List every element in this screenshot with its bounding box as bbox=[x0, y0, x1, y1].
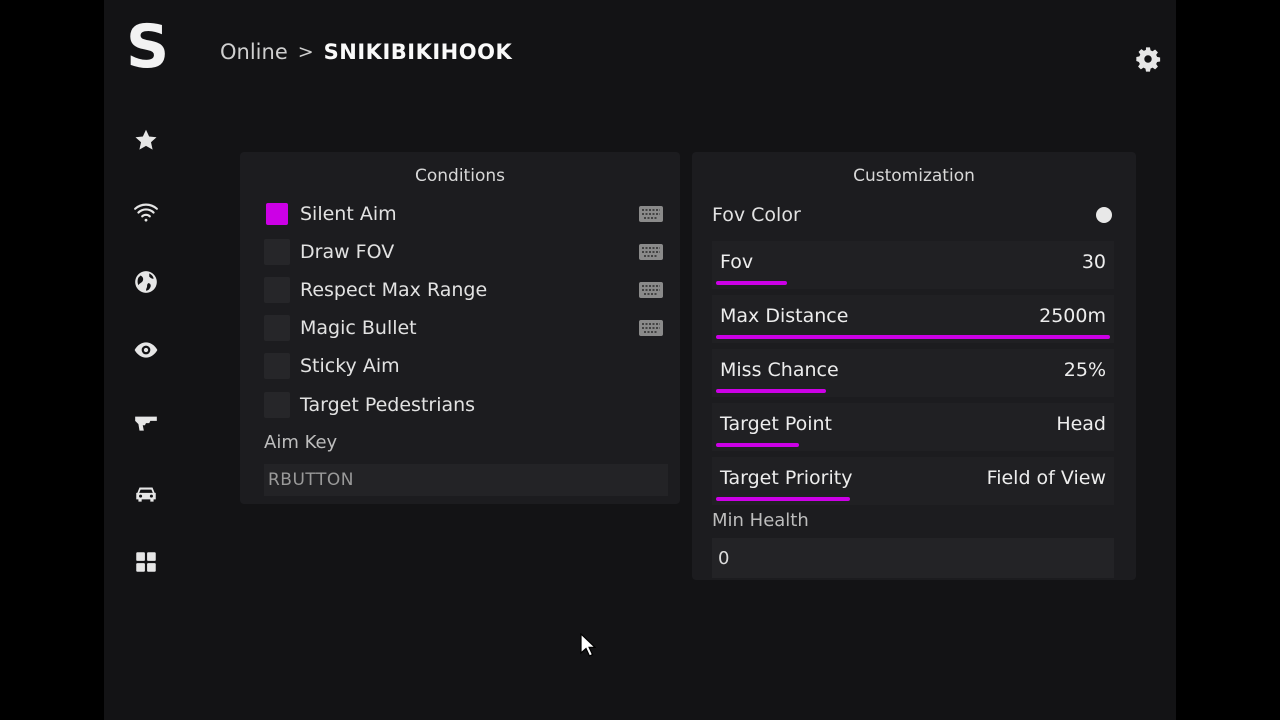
breadcrumb: Online > SNIKIBIKIHOOK bbox=[220, 36, 512, 68]
condition-label: Target Pedestrians bbox=[300, 394, 476, 416]
breadcrumb-separator: > bbox=[297, 41, 314, 63]
slider-value: 2500m bbox=[1039, 305, 1106, 327]
gear-icon[interactable] bbox=[1134, 45, 1162, 73]
customization-title: Customization bbox=[853, 166, 975, 186]
fov-color-swatch[interactable] bbox=[1096, 207, 1112, 223]
target-pedestrians-checkbox[interactable] bbox=[264, 392, 290, 418]
mouse-cursor-icon bbox=[580, 633, 596, 657]
sticky-aim-checkbox[interactable] bbox=[264, 353, 290, 379]
car-icon[interactable] bbox=[128, 476, 164, 512]
slider-value: Head bbox=[1056, 413, 1106, 435]
fov-color-label: Fov Color bbox=[712, 204, 801, 226]
slider-label: Target Priority bbox=[720, 467, 853, 489]
aim-key-input[interactable]: RBUTTON bbox=[264, 464, 668, 496]
target-point-slider[interactable]: Target Point Head bbox=[712, 403, 1114, 451]
wifi-icon[interactable] bbox=[128, 194, 164, 230]
slider-fill bbox=[716, 335, 1110, 339]
condition-draw-fov[interactable]: Draw FOV bbox=[264, 235, 668, 269]
slider-fill bbox=[716, 281, 787, 285]
silent-aim-checkbox[interactable] bbox=[266, 203, 288, 225]
slider-label: Miss Chance bbox=[720, 359, 839, 381]
slider-label: Fov bbox=[720, 251, 754, 273]
magic-bullet-checkbox[interactable] bbox=[264, 315, 290, 341]
condition-label: Draw FOV bbox=[300, 241, 395, 263]
slider-fill bbox=[716, 497, 850, 501]
slider-value: 30 bbox=[1081, 251, 1106, 273]
keyboard-icon[interactable] bbox=[638, 281, 664, 299]
max-distance-slider[interactable]: Max Distance 2500m bbox=[712, 295, 1114, 343]
app-window: S Online > SNIKIBIKIHOOK Conditions Sile… bbox=[104, 0, 1176, 720]
fov-color-row: Fov Color bbox=[712, 198, 1112, 232]
miss-chance-slider[interactable]: Miss Chance 25% bbox=[712, 349, 1114, 397]
condition-label: Sticky Aim bbox=[300, 355, 400, 377]
condition-silent-aim[interactable]: Silent Aim bbox=[264, 197, 668, 231]
condition-sticky-aim[interactable]: Sticky Aim bbox=[264, 349, 668, 383]
condition-label: Magic Bullet bbox=[300, 317, 417, 339]
star-icon[interactable] bbox=[128, 122, 164, 158]
slider-fill bbox=[716, 389, 826, 393]
fov-slider[interactable]: Fov 30 bbox=[712, 241, 1114, 289]
slider-label: Max Distance bbox=[720, 305, 849, 327]
min-health-input[interactable]: 0 bbox=[712, 538, 1114, 578]
slider-value: Field of View bbox=[986, 467, 1106, 489]
conditions-title: Conditions bbox=[415, 166, 505, 186]
respect-max-range-checkbox[interactable] bbox=[264, 277, 290, 303]
draw-fov-checkbox[interactable] bbox=[264, 239, 290, 265]
breadcrumb-online[interactable]: Online bbox=[220, 36, 288, 68]
slider-label: Target Point bbox=[720, 413, 832, 435]
condition-target-pedestrians[interactable]: Target Pedestrians bbox=[264, 388, 668, 422]
aim-key-label: Aim Key bbox=[264, 432, 338, 453]
slider-fill bbox=[716, 443, 799, 447]
min-health-label: Min Health bbox=[712, 510, 809, 531]
keyboard-icon[interactable] bbox=[638, 319, 664, 337]
globe-icon[interactable] bbox=[128, 264, 164, 300]
eye-icon[interactable] bbox=[128, 332, 164, 368]
gun-icon[interactable] bbox=[128, 404, 164, 440]
customization-panel: Customization Fov Color Fov 30 Max Dista… bbox=[692, 152, 1136, 580]
condition-label: Silent Aim bbox=[300, 203, 397, 225]
grid-icon[interactable] bbox=[128, 544, 164, 580]
conditions-panel: Conditions Silent Aim Draw FOV Respect M… bbox=[240, 152, 680, 504]
slider-value: 25% bbox=[1063, 359, 1106, 381]
keyboard-icon[interactable] bbox=[638, 205, 664, 223]
app-logo: S bbox=[126, 12, 170, 82]
target-priority-slider[interactable]: Target Priority Field of View bbox=[712, 457, 1114, 505]
breadcrumb-current: SNIKIBIKIHOOK bbox=[323, 40, 513, 64]
keyboard-icon[interactable] bbox=[638, 243, 664, 261]
condition-label: Respect Max Range bbox=[300, 279, 488, 301]
condition-respect-max-range[interactable]: Respect Max Range bbox=[264, 273, 668, 307]
condition-magic-bullet[interactable]: Magic Bullet bbox=[264, 311, 668, 345]
